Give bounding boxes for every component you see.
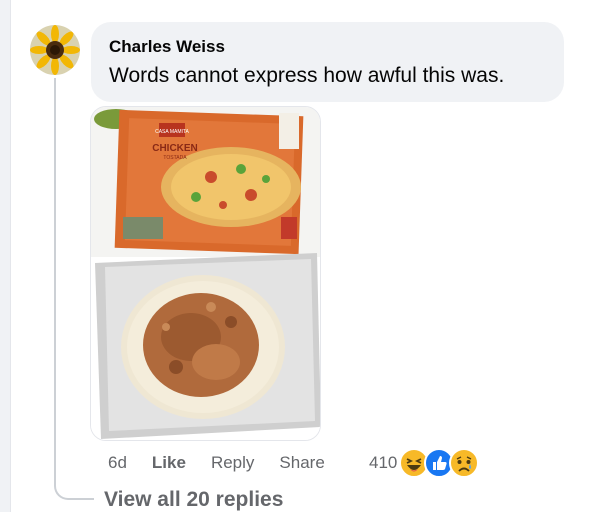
left-scroll-rail	[0, 0, 11, 512]
reply-button[interactable]: Reply	[211, 453, 254, 473]
comment-actions: 6d Like Reply Share	[108, 452, 350, 474]
avatar[interactable]	[30, 25, 80, 75]
box-brand: CASA MAMITA	[155, 129, 189, 135]
box-product: CHICKEN	[152, 143, 198, 154]
reactions-summary[interactable]: 410	[369, 448, 480, 478]
view-all-replies-link[interactable]: View all 20 replies	[104, 488, 283, 512]
box-subtitle: TOSTADA	[163, 155, 187, 161]
comment-timestamp[interactable]: 6d	[108, 453, 127, 473]
reply-thread-curve	[54, 470, 94, 500]
reply-thread-line	[54, 78, 56, 478]
reaction-count: 410	[369, 453, 398, 472]
sunflower-avatar-icon	[30, 25, 80, 75]
comment-author[interactable]: Charles Weiss	[109, 37, 546, 57]
comment-text: Words cannot express how awful this was.	[109, 64, 505, 87]
share-button[interactable]: Share	[279, 453, 324, 473]
like-button[interactable]: Like	[152, 453, 186, 473]
comment-photo[interactable]: CASA MAMITA CHICKEN TOSTADA	[90, 106, 321, 441]
sad-icon	[449, 448, 480, 478]
comment-bubble: Charles Weiss Words cannot express how a…	[91, 22, 564, 102]
